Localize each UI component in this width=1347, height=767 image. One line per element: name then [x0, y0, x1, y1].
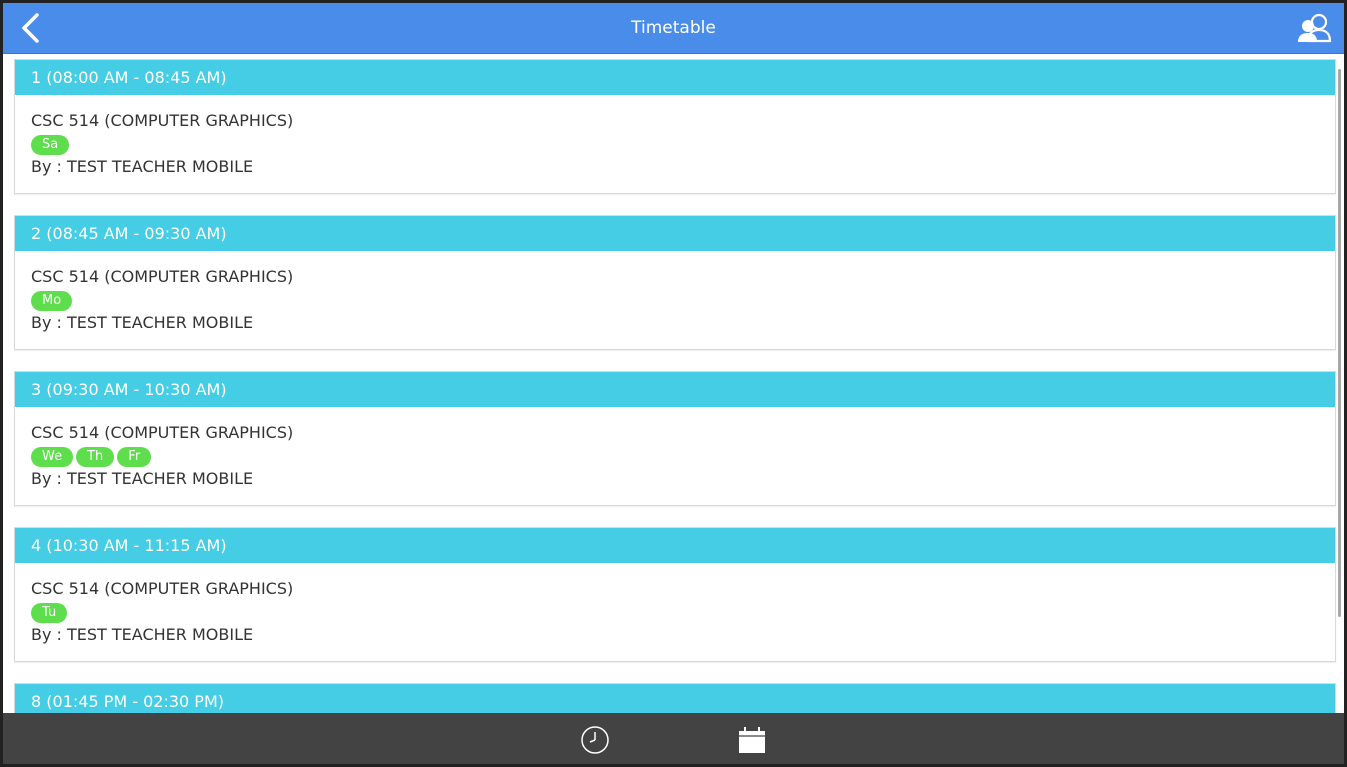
period-body: CSC 514 (COMPUTER GRAPHICS) We Th Fr By : … [15, 407, 1335, 505]
day-badge: Fr [117, 447, 152, 467]
course-name: CSC 514 (COMPUTER GRAPHICS) [31, 111, 294, 130]
profile-button[interactable] [1296, 11, 1334, 45]
scrollbar[interactable] [1338, 69, 1341, 617]
teacher-name: By : TEST TEACHER MOBILE [31, 625, 254, 644]
period-header: 2 (08:45 AM - 09:30 AM) [15, 216, 1335, 251]
period-body: CSC 514 (COMPUTER GRAPHICS) Tu By : TEST… [15, 563, 1335, 661]
page-title: Timetable [631, 18, 716, 38]
bottom-tab-bar [3, 713, 1344, 764]
app-frame: Timetable 1 (08:00 AM - 08:45 AM) CSC 51… [0, 0, 1347, 767]
tab-time[interactable] [580, 725, 610, 755]
tab-calendar[interactable] [737, 725, 767, 755]
course-name: CSC 514 (COMPUTER GRAPHICS) [31, 579, 294, 598]
users-icon [1298, 13, 1332, 43]
period-header: 8 (01:45 PM - 02:30 PM) [15, 684, 1335, 713]
period-card: 1 (08:00 AM - 08:45 AM) CSC 514 (COMPUTE… [14, 59, 1336, 194]
app-header: Timetable [3, 3, 1344, 54]
period-card: 3 (09:30 AM - 10:30 AM) CSC 514 (COMPUTE… [14, 371, 1336, 506]
clock-icon [581, 726, 609, 754]
day-badges: Tu [31, 601, 1319, 625]
day-badge: Sa [31, 135, 70, 155]
day-badges: Sa [31, 133, 1319, 157]
teacher-name: By : TEST TEACHER MOBILE [31, 157, 254, 176]
day-badge: Tu [31, 603, 68, 623]
teacher-name: By : TEST TEACHER MOBILE [31, 313, 254, 332]
course-name: CSC 514 (COMPUTER GRAPHICS) [31, 267, 294, 286]
period-card: 4 (10:30 AM - 11:15 AM) CSC 514 (COMPUTE… [14, 527, 1336, 662]
day-badge: Th [76, 447, 115, 467]
teacher-name: By : TEST TEACHER MOBILE [31, 469, 254, 488]
period-header: 4 (10:30 AM - 11:15 AM) [15, 528, 1335, 563]
period-body: CSC 514 (COMPUTER GRAPHICS) Sa By : TEST… [15, 95, 1335, 193]
course-name: CSC 514 (COMPUTER GRAPHICS) [31, 423, 294, 442]
day-badges: Mo [31, 289, 1319, 313]
day-badge: We [31, 447, 74, 467]
period-header: 1 (08:00 AM - 08:45 AM) [15, 60, 1335, 95]
period-header: 3 (09:30 AM - 10:30 AM) [15, 372, 1335, 407]
calendar-icon [739, 727, 765, 753]
period-body: CSC 514 (COMPUTER GRAPHICS) Mo By : TEST… [15, 251, 1335, 349]
day-badge: Mo [31, 291, 73, 311]
period-card: 2 (08:45 AM - 09:30 AM) CSC 514 (COMPUTE… [14, 215, 1336, 350]
day-badges: We Th Fr [31, 445, 1319, 469]
period-card: 8 (01:45 PM - 02:30 PM) [14, 683, 1336, 713]
timetable-list[interactable]: 1 (08:00 AM - 08:45 AM) CSC 514 (COMPUTE… [3, 54, 1344, 713]
